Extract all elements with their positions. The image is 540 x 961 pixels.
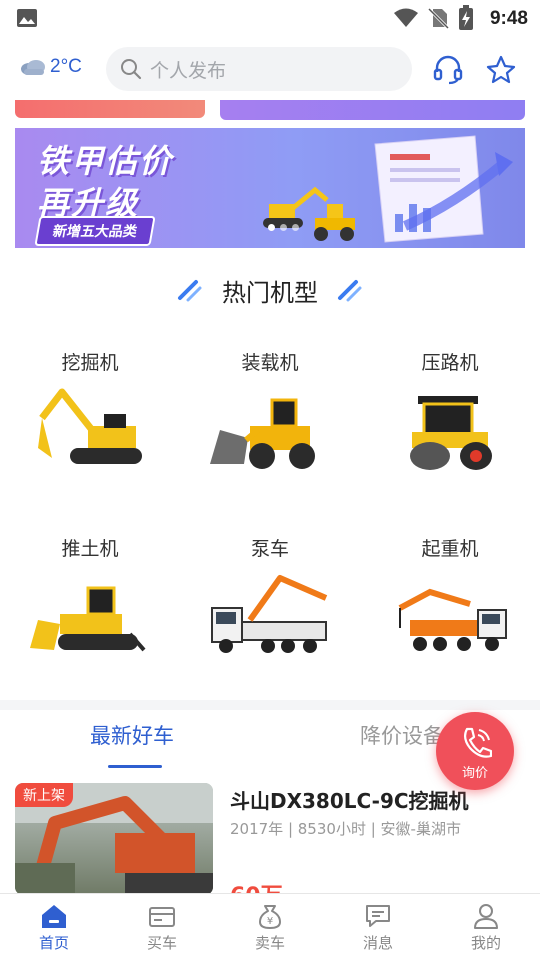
nav-label: 首页 [38, 934, 69, 952]
road-roller-image [410, 396, 492, 470]
home-icon [42, 905, 66, 928]
inquiry-button[interactable]: 询价 [436, 712, 514, 790]
model-label: 泵车 [250, 538, 289, 560]
banner-title-line1: 铁甲估价 [37, 142, 174, 180]
new-listing-badge: 新上架 [15, 783, 73, 807]
status-time: 9:48 [489, 8, 528, 29]
model-label: 压路机 [421, 352, 479, 374]
model-bulldozer[interactable]: 推土机 [0, 534, 180, 714]
listing-title[interactable]: 斗山DX380LC-9C挖掘机 [230, 785, 469, 814]
hot-models-header: 热门机型 [0, 270, 540, 310]
model-excavator[interactable]: 挖掘机 [0, 348, 180, 528]
nav-label: 卖车 [254, 934, 285, 952]
gallery-notification-icon [17, 9, 37, 27]
nav-label: 买车 [146, 934, 177, 952]
banner-machines-illustration [263, 186, 355, 241]
phone-icon [463, 727, 492, 758]
wifi-icon [394, 8, 418, 27]
cloudy-weather-icon [21, 60, 45, 75]
decorative-slash-icon [178, 280, 202, 302]
model-label: 装载机 [241, 352, 299, 374]
nav-messages[interactable]: 消息 [324, 894, 432, 961]
nav-home[interactable]: 首页 [0, 894, 108, 961]
no-sim-icon [427, 7, 449, 29]
model-loader[interactable]: 装载机 [180, 348, 360, 528]
banner-tag: 新增五大品类 [34, 216, 156, 246]
bulldozer-image [30, 586, 146, 652]
bottom-navigation: 首页 买车 ¥ 卖车 消息 我的 [0, 893, 540, 960]
search-input[interactable]: 个人发布 [106, 47, 412, 91]
loader-image [210, 398, 315, 469]
tab-price-drop[interactable]: 降价设备 [360, 720, 444, 750]
message-icon [366, 905, 390, 927]
section-divider [0, 700, 540, 710]
model-pump-truck[interactable]: 泵车 [180, 534, 360, 714]
battery-charging-icon [459, 5, 473, 30]
nav-label: 消息 [362, 934, 393, 952]
nav-profile[interactable]: 我的 [432, 894, 540, 961]
listing-meta: 2017年 | 8530小时 | 安徽-巢湖市 [230, 820, 461, 838]
headset-icon[interactable] [432, 55, 464, 85]
carousel-dot [280, 224, 287, 231]
model-crane[interactable]: 起重机 [360, 534, 540, 714]
banner-peek-left[interactable] [15, 100, 205, 118]
model-label: 挖掘机 [61, 352, 119, 374]
crane-image [398, 588, 507, 651]
model-label: 起重机 [421, 538, 479, 560]
nav-buy[interactable]: 买车 [108, 894, 216, 961]
tab-latest-cars[interactable]: 最新好车 [90, 720, 174, 750]
weather-temperature: 2°C [50, 56, 82, 77]
nav-sell[interactable]: ¥ 卖车 [216, 894, 324, 961]
inquiry-label: 询价 [461, 766, 488, 781]
model-road-roller[interactable]: 压路机 [360, 348, 540, 528]
decorative-slash-icon [338, 280, 362, 302]
listing-price: 60万 [230, 878, 283, 894]
star-icon[interactable] [486, 55, 516, 85]
search-placeholder: 个人发布 [150, 59, 227, 82]
pump-truck-image [211, 575, 328, 653]
nav-label: 我的 [470, 934, 501, 952]
banner-peek-right[interactable] [220, 100, 525, 120]
banner-report-illustration [374, 135, 513, 243]
hot-models-title: 热门机型 [222, 278, 318, 307]
active-tab-indicator [108, 765, 162, 768]
promo-banner[interactable]: 铁甲估价 再升级 新增五大品类 [15, 128, 525, 248]
carousel-dot-active [268, 224, 275, 231]
buy-car-icon [149, 907, 175, 927]
carousel-dot [292, 224, 299, 231]
top-header: 2°C 个人发布 [0, 38, 540, 100]
model-label: 推土机 [61, 538, 119, 560]
search-icon [121, 59, 142, 80]
status-bar: 9:48 [0, 0, 540, 38]
sell-car-icon: ¥ [259, 905, 281, 929]
weather-widget[interactable]: 2°C [20, 56, 82, 78]
profile-icon [474, 904, 498, 929]
svg-text:¥: ¥ [267, 916, 273, 927]
excavator-image [38, 388, 142, 464]
